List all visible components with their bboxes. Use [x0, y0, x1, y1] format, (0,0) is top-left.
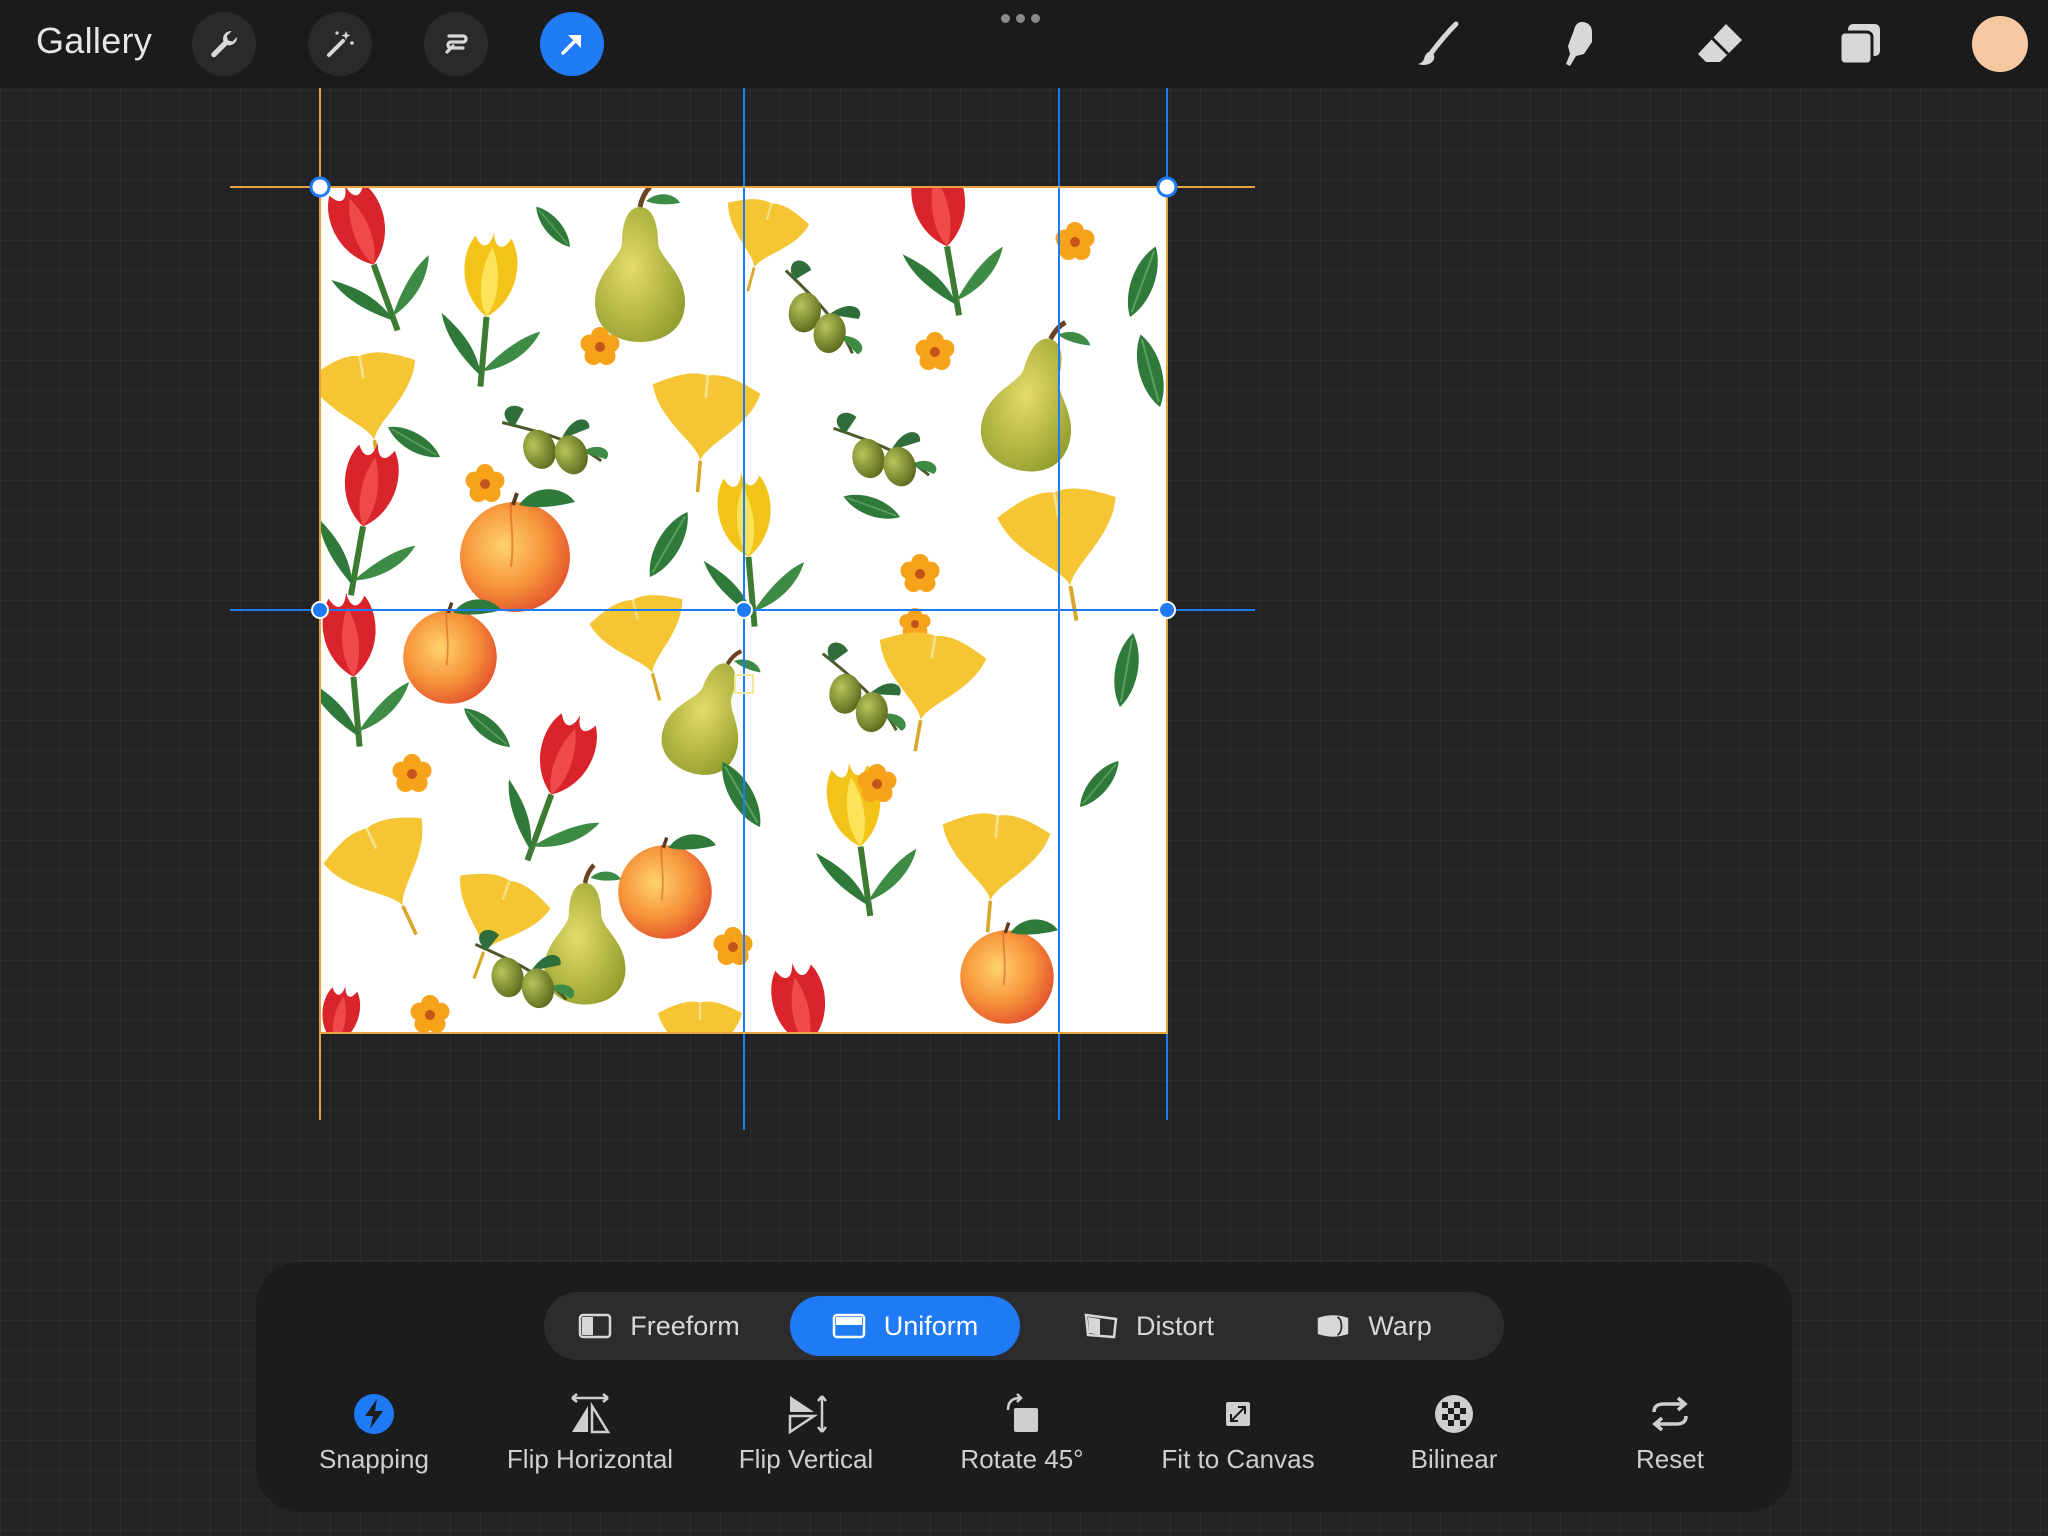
snapping-button[interactable]: Snapping — [274, 1392, 474, 1475]
adjustments-button[interactable] — [308, 12, 372, 76]
flip-horizontal-icon — [571, 1393, 611, 1434]
warp-icon — [1318, 1315, 1349, 1337]
snapping-lightning-icon — [354, 1394, 394, 1434]
more-options-handle[interactable] — [1001, 14, 1045, 26]
mode-uniform[interactable]: Uniform — [790, 1296, 1020, 1356]
flip-horizontal-button[interactable]: Flip Horizontal — [490, 1392, 690, 1475]
layers-tool[interactable] — [1830, 14, 1890, 74]
smudge-tool[interactable] — [1550, 14, 1610, 74]
freeform-icon — [578, 1313, 612, 1339]
gallery-button[interactable]: Gallery — [36, 20, 152, 62]
rotate-icon — [1006, 1393, 1038, 1432]
bilinear-icon — [1435, 1395, 1473, 1433]
distort-icon — [1084, 1313, 1118, 1339]
bilinear-button[interactable]: Bilinear — [1354, 1392, 1554, 1475]
magic-wand-icon — [327, 31, 354, 57]
mode-distort[interactable]: Distort — [1044, 1296, 1254, 1356]
brush-tool[interactable] — [1410, 14, 1470, 74]
transform-panel: Freeform Uniform Distort Warp Snapping F… — [256, 1262, 1792, 1512]
reset-icon — [1652, 1396, 1688, 1432]
selection-icon — [445, 34, 468, 54]
selection-button[interactable] — [424, 12, 488, 76]
mode-freeform[interactable]: Freeform — [554, 1296, 764, 1356]
rotate-45-button[interactable]: Rotate 45° — [922, 1392, 1122, 1475]
uniform-icon — [832, 1313, 865, 1339]
layers-icon — [1838, 24, 1880, 66]
flip-vertical-icon — [788, 1395, 827, 1435]
color-swatch[interactable] — [1972, 16, 2028, 72]
reset-button[interactable]: Reset — [1570, 1392, 1770, 1475]
transform-button[interactable] — [540, 12, 604, 76]
floral-fruit-pattern-image[interactable] — [320, 187, 1167, 1033]
fit-to-canvas-button[interactable]: Fit to Canvas — [1138, 1392, 1338, 1475]
transform-mode-selector: Freeform Uniform Distort Warp — [544, 1292, 1504, 1360]
brush-icon — [1418, 21, 1459, 65]
transform-arrow-icon — [561, 35, 581, 55]
mode-warp[interactable]: Warp — [1264, 1296, 1484, 1356]
fit-to-canvas-icon — [1226, 1402, 1250, 1426]
top-toolbar: Gallery — [0, 0, 2048, 88]
wrench-icon — [211, 31, 238, 58]
flip-vertical-button[interactable]: Flip Vertical — [706, 1392, 906, 1475]
eraser-icon — [1698, 24, 1742, 62]
smudge-icon — [1566, 22, 1592, 66]
actions-button[interactable] — [192, 12, 256, 76]
eraser-tool[interactable] — [1690, 14, 1750, 74]
